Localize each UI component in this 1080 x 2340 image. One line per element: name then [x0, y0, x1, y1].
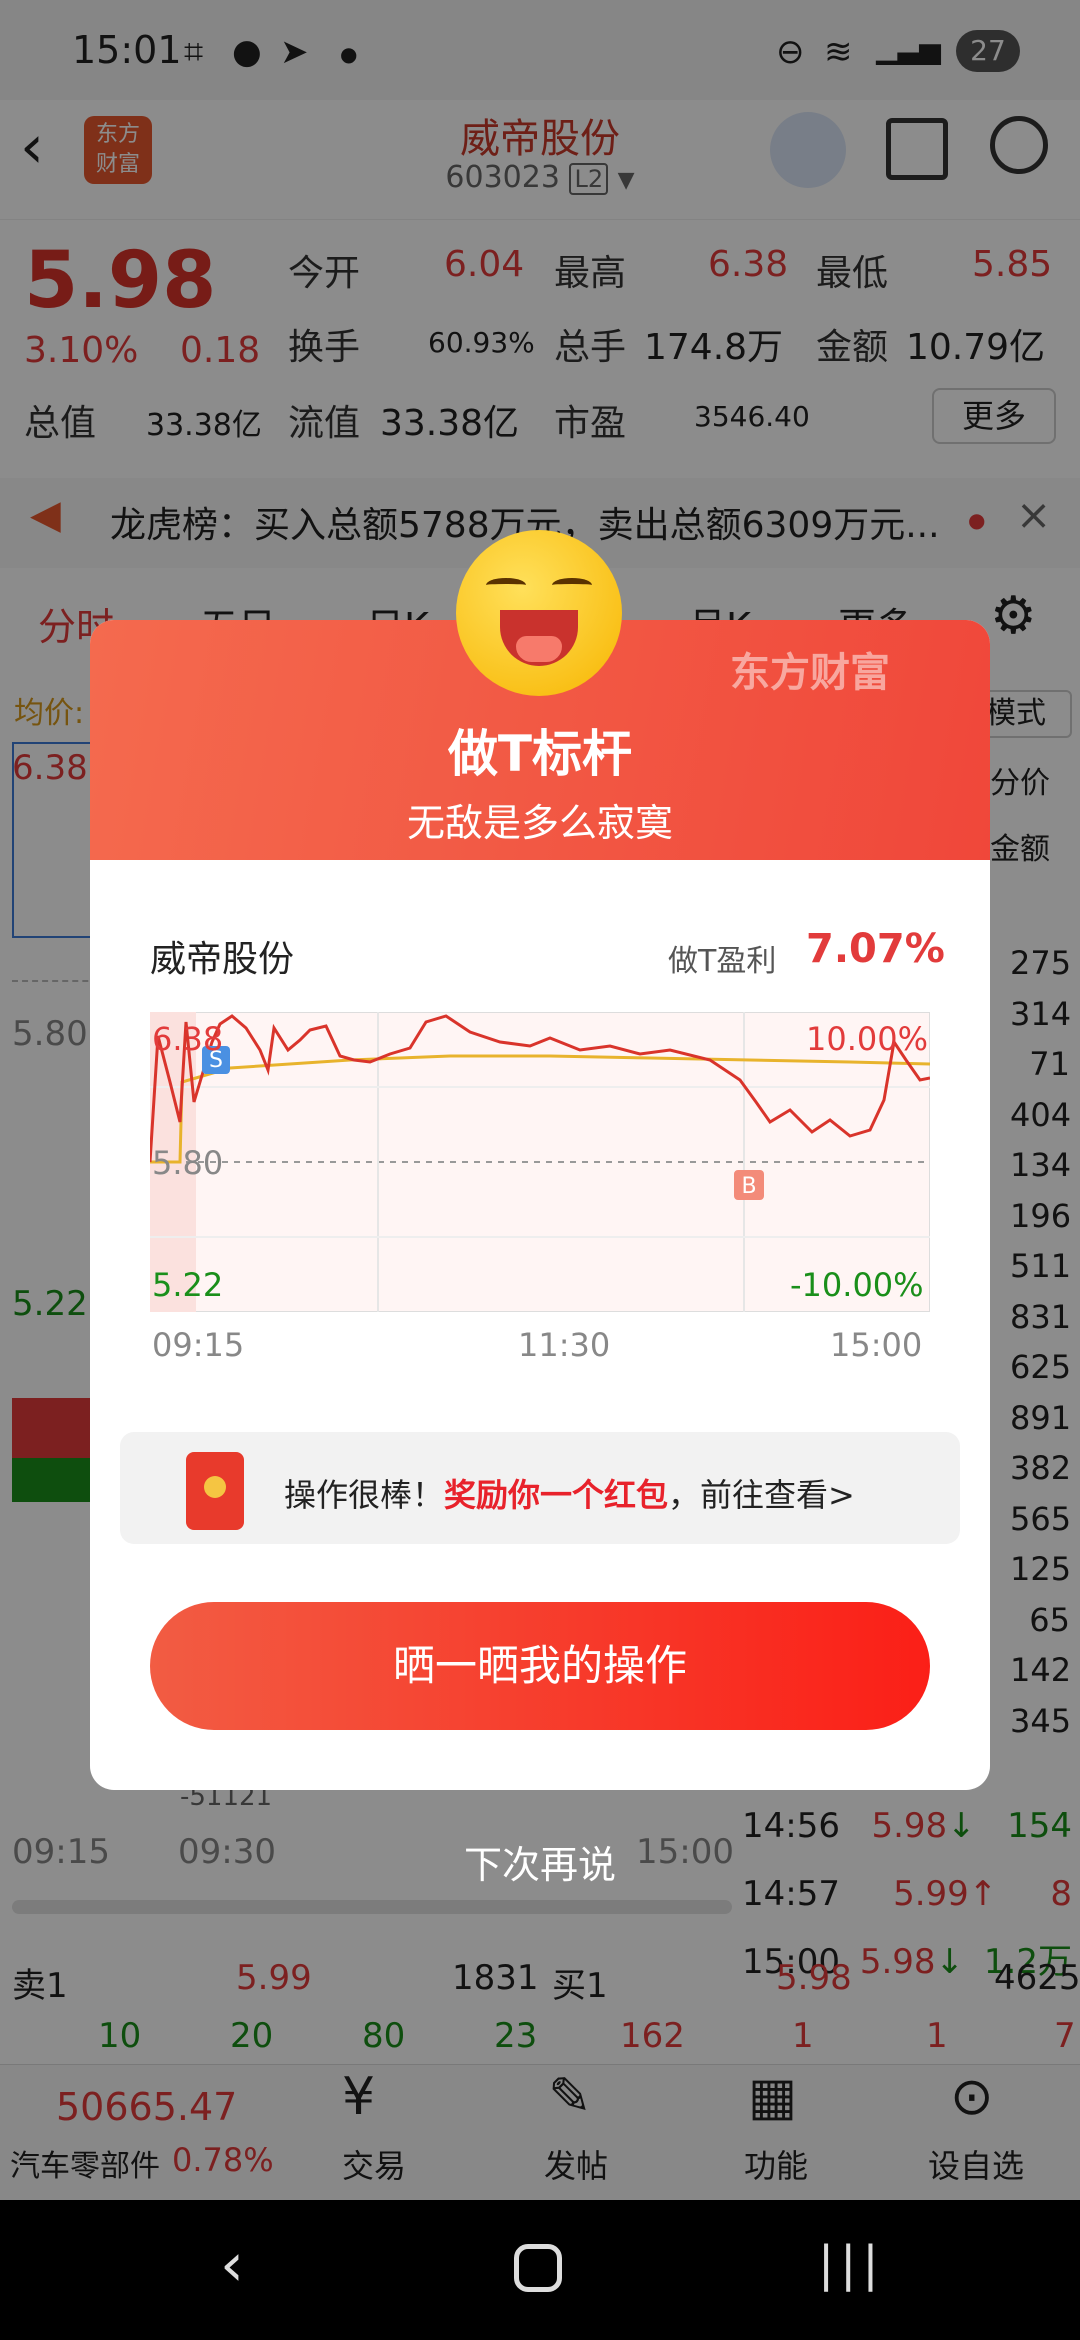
modal-chart-hi-pct: 10.00% [806, 1020, 929, 1058]
nav-recents-icon[interactable]: ||| [818, 2236, 885, 2292]
modal-time-mid: 11:30 [518, 1326, 611, 1364]
buy-marker-text: B [741, 1174, 756, 1199]
modal-chart-lo: 5.22 [152, 1266, 224, 1304]
reward-suffix: ，前往查看> [668, 1476, 855, 1514]
modal-stock-name: 威帝股份 [150, 939, 295, 980]
modal-time-end: 15:00 [830, 1326, 923, 1364]
profit-label: 做T盈利 [668, 944, 777, 979]
nav-home-icon[interactable] [514, 2244, 562, 2292]
modal-chart-hi: 6.38 [152, 1020, 224, 1058]
share-operation-button[interactable]: 晒一晒我的操作 [150, 1602, 930, 1730]
emoji-eye-right [552, 578, 592, 592]
nav-back-icon[interactable]: ‹ [220, 2230, 244, 2300]
buy-marker: B [734, 1170, 764, 1200]
modal-chart-lo-pct: -10.00% [790, 1266, 924, 1304]
profit-value: 7.07% [806, 926, 945, 972]
modal-time-start: 09:15 [152, 1326, 245, 1364]
emoji-eye-left [486, 578, 526, 592]
later-link[interactable]: 下次再说 [0, 1834, 1080, 1889]
reward-prefix: 操作很棒！ [284, 1476, 445, 1514]
modal-title: 做T标杆 [447, 725, 633, 783]
reward-highlight: 奖励你一个红包 [444, 1476, 669, 1514]
system-nav-bar: ‹ ||| [0, 2200, 1080, 2340]
modal-subtitle: 无敌是多么寂寞 [406, 801, 673, 845]
modal-chart-mid: 5.80 [152, 1144, 224, 1182]
brand-watermark: 东方财富 [730, 650, 890, 696]
envelope-seal [204, 1476, 226, 1498]
reward-text[interactable]: 操作很棒！奖励你一个红包，前往查看> [284, 1470, 855, 1516]
emoji-tongue [516, 636, 562, 662]
